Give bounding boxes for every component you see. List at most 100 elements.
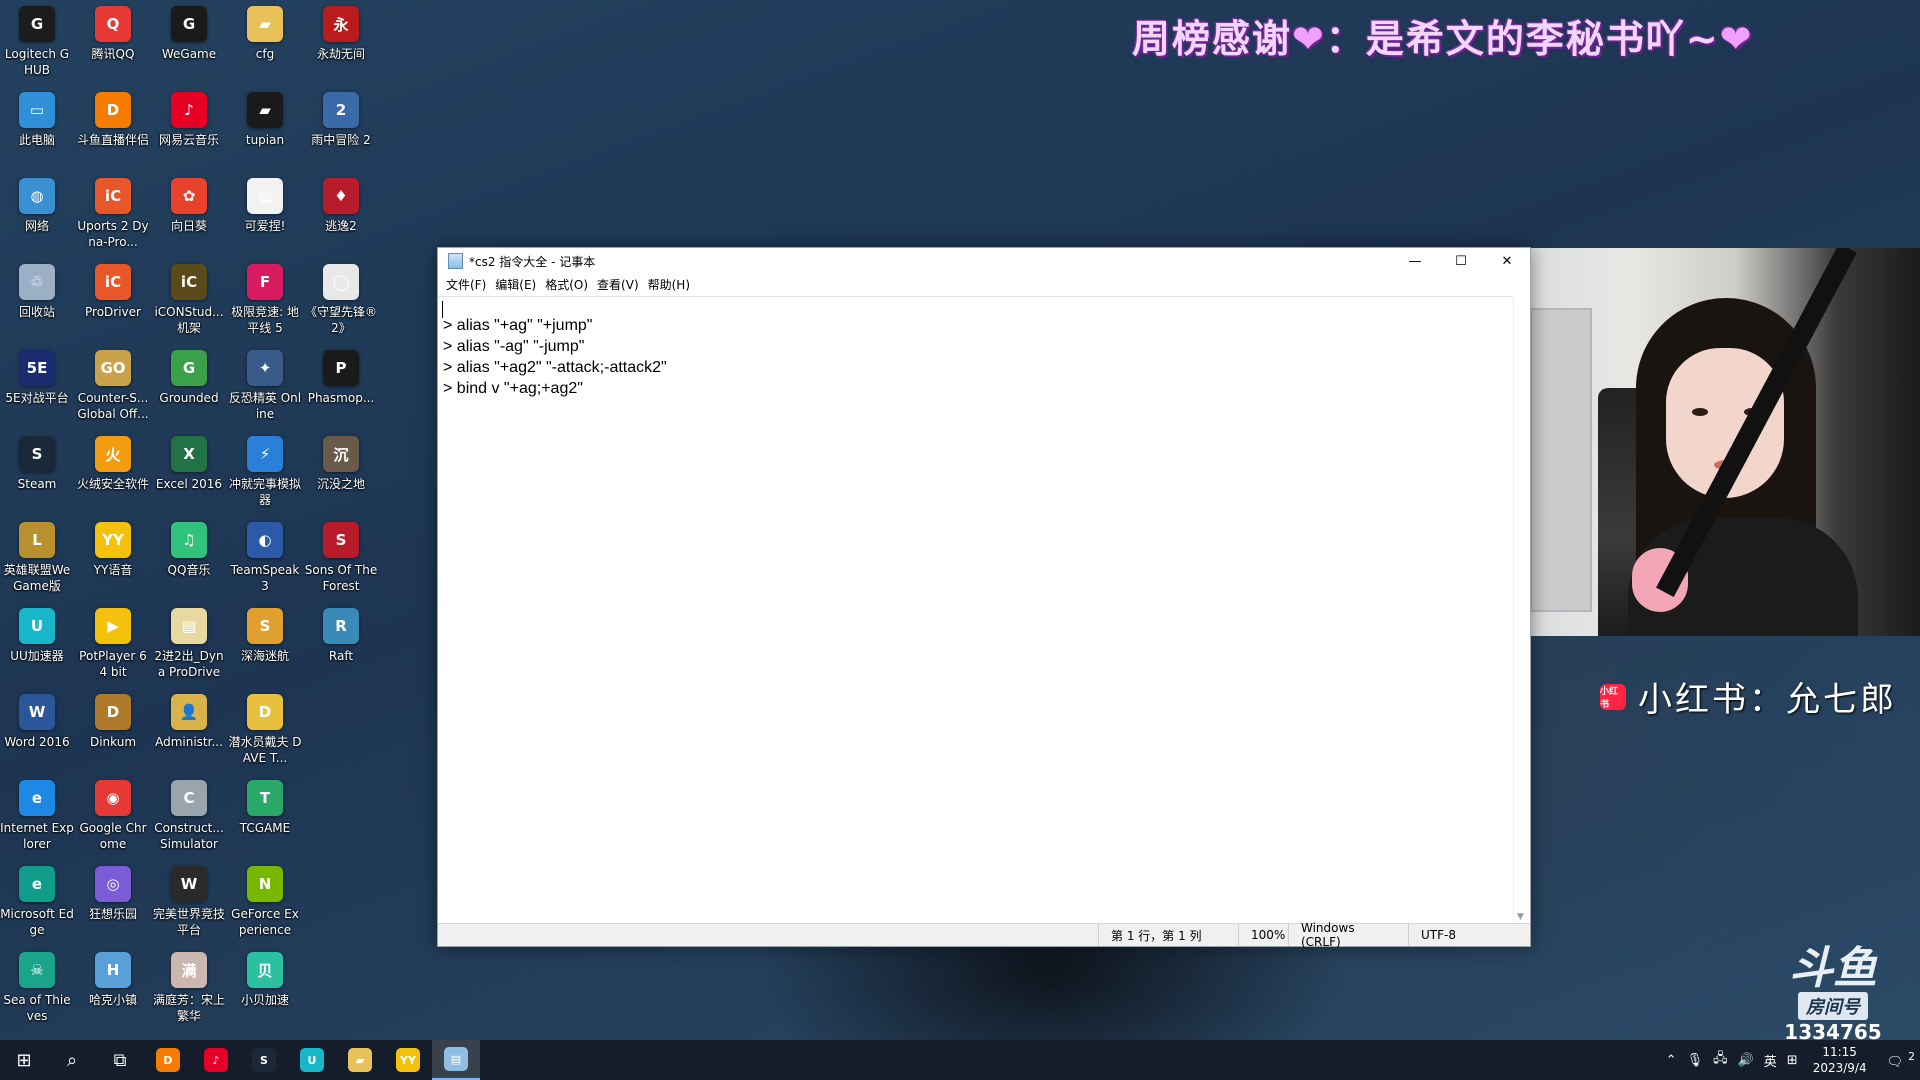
desktop-icon[interactable]: ▰ cfg <box>228 0 302 84</box>
desktop-icon[interactable]: G Logitech G HUB <box>0 0 74 84</box>
tray-chevron-up-icon[interactable]: ⌃ <box>1661 1053 1682 1068</box>
desktop-icon[interactable]: GO Counter-S... Global Off... <box>76 344 150 428</box>
desktop-icon[interactable]: ◯ 《守望先锋®2》 <box>304 258 378 342</box>
desktop-icon[interactable]: L 英雄联盟WeGame版 <box>0 516 74 600</box>
desktop-icon[interactable]: ▤ 可爱捏! <box>228 172 302 256</box>
stream-title-overlay: 周榜感谢❤：是希文的李秘书吖~❤ <box>1132 8 1754 63</box>
notepad-titlebar[interactable]: *cs2 指令大全 - 记事本 — ☐ ✕ <box>438 248 1530 274</box>
desktop-icon[interactable]: 火火绒安全软件 <box>76 430 150 514</box>
app-icon: iC <box>95 178 131 214</box>
desktop-icon[interactable]: S 深海迷航 <box>228 602 302 686</box>
status-zoom: 100% <box>1238 924 1288 946</box>
desktop-icon[interactable]: N GeForce Experience <box>228 860 302 944</box>
desktop-icon[interactable]: e Microsoft Edge <box>0 860 74 944</box>
task-view-button[interactable]: ⧉ <box>96 1040 144 1080</box>
menu-file[interactable]: 文件(F) <box>444 276 493 293</box>
desktop-icon[interactable]: Q 腾讯QQ <box>76 0 150 84</box>
menu-view[interactable]: 查看(V) <box>595 276 646 293</box>
desktop-icon[interactable]: 永永劫无间 <box>304 0 378 84</box>
app-icon: ▶ <box>95 608 131 644</box>
desktop-icon[interactable]: ⚡ 冲就完事模拟器 <box>228 430 302 514</box>
desktop-icon[interactable]: ◉ Google Chrome <box>76 774 150 858</box>
desktop-icon[interactable]: ▶ PotPlayer 64 bit <box>76 602 150 686</box>
network-icon[interactable]: 🖧 <box>1708 1049 1733 1071</box>
menu-format[interactable]: 格式(O) <box>543 276 595 293</box>
search-button[interactable]: ⌕ <box>48 1040 96 1080</box>
desktop-icon[interactable]: e Internet Explorer <box>0 774 74 858</box>
microphone-icon[interactable]: 🎙 <box>1682 1053 1709 1068</box>
desktop-icon[interactable]: iC iCONStud... 机架 <box>152 258 226 342</box>
desktop-icon[interactable]: 满满庭芳：宋上繁华 <box>152 946 226 1030</box>
desktop-icon[interactable]: ▭ 此电脑 <box>0 86 74 170</box>
vertical-scrollbar[interactable]: ▼ <box>1513 296 1530 924</box>
desktop-icon[interactable]: ♲ 回收站 <box>0 258 74 342</box>
text-caret <box>442 301 443 318</box>
webcam-overlay <box>1508 248 1920 636</box>
desktop-icon[interactable]: D Dinkum <box>76 688 150 772</box>
desktop-icon[interactable]: S Sons Of The Forest <box>304 516 378 600</box>
desktop-icon-label: Word 2016 <box>4 735 70 749</box>
menu-help[interactable]: 帮助(H) <box>646 276 697 293</box>
desktop-icon[interactable]: 2 雨中冒险 2 <box>304 86 378 170</box>
taskbar-app-icon: ▰ <box>348 1048 372 1072</box>
desktop-icon[interactable]: 贝小贝加速 <box>228 946 302 1030</box>
desktop-icon[interactable]: R Raft <box>304 602 378 686</box>
desktop-icon[interactable]: D 潜水员戴夫 DAVE T... <box>228 688 302 772</box>
desktop-icon[interactable]: ♦ 逃逸2 <box>304 172 378 256</box>
menu-edit[interactable]: 编辑(E) <box>493 276 543 293</box>
clock[interactable]: 11:15 2023/9/4 <box>1803 1044 1877 1076</box>
desktop-icon[interactable]: T TCGAME <box>228 774 302 858</box>
desktop-icon[interactable]: ◎ 狂想乐园 <box>76 860 150 944</box>
volume-icon[interactable]: 🔊 <box>1733 1053 1759 1068</box>
taskbar-app-button[interactable]: ♪ <box>192 1040 240 1080</box>
desktop-icon[interactable]: S Steam <box>0 430 74 514</box>
taskbar-app-button[interactable]: U <box>288 1040 336 1080</box>
taskbar-app-button[interactable]: S <box>240 1040 288 1080</box>
start-button[interactable]: ⊞ <box>0 1040 48 1080</box>
desktop-icon[interactable]: ✦ 反恐精英 Online <box>228 344 302 428</box>
desktop-wallpaper: G Logitech G HUB ▭ 此电脑 ◍ 网络 ♲ 回收站 5E 5E对战平台 S Steam… <box>0 0 1920 1044</box>
desktop-icon[interactable]: ♫ QQ音乐 <box>152 516 226 600</box>
app-icon: P <box>323 350 359 386</box>
desktop-icon[interactable]: 沉沉没之地 <box>304 430 378 514</box>
maximize-button[interactable]: ☐ <box>1438 248 1484 274</box>
text-editor-area[interactable]: > alias "+ag" "+jump" > alias "-ag" "-ju… <box>438 296 1514 924</box>
app-icon: ◯ <box>323 264 359 300</box>
desktop-icon[interactable]: ☠ Sea of Thieves <box>0 946 74 1030</box>
desktop-icon[interactable]: G WeGame <box>152 0 226 84</box>
scroll-down-icon[interactable]: ▼ <box>1517 912 1524 922</box>
desktop-icon[interactable]: C Construct... Simulator <box>152 774 226 858</box>
taskbar-app-button[interactable]: ▤ <box>432 1040 480 1080</box>
desktop-icon[interactable]: iC ProDriver <box>76 258 150 342</box>
desktop-icon[interactable]: F 极限竞速: 地平线 5 <box>228 258 302 342</box>
notepad-window[interactable]: *cs2 指令大全 - 记事本 — ☐ ✕ 文件(F) 编辑(E) 格式(O) … <box>437 247 1531 949</box>
desktop-icon[interactable]: H 哈克小镇 <box>76 946 150 1030</box>
desktop-icon[interactable]: P Phasmop... <box>304 344 378 428</box>
desktop-icon[interactable]: ▤ 2进2出_Dyna ProDrive 4... <box>152 602 226 686</box>
close-button[interactable]: ✕ <box>1484 248 1530 274</box>
desktop-icon[interactable]: G Grounded <box>152 344 226 428</box>
taskbar-app-button[interactable]: D <box>144 1040 192 1080</box>
desktop-icon[interactable]: ◐ TeamSpeak 3 <box>228 516 302 600</box>
desktop-icon[interactable]: ✿ 向日葵 <box>152 172 226 256</box>
desktop-icon[interactable]: ♪ 网易云音乐 <box>152 86 226 170</box>
minimize-button[interactable]: — <box>1392 248 1438 274</box>
keyboard-layout-icon[interactable]: ⊞ <box>1782 1053 1803 1068</box>
desktop-icon[interactable]: W Word 2016 <box>0 688 74 772</box>
notification-center-button[interactable]: 🗨 2 <box>1877 1050 1920 1069</box>
desktop-icon[interactable]: W 完美世界竞技平台 <box>152 860 226 944</box>
desktop-icon[interactable]: 5E 5E对战平台 <box>0 344 74 428</box>
desktop-icon[interactable]: 👤 Administr... <box>152 688 226 772</box>
desktop-icon[interactable]: ▰ tupian <box>228 86 302 170</box>
taskbar-app-button[interactable]: ▰ <box>336 1040 384 1080</box>
ime-indicator[interactable]: 英 <box>1759 1051 1782 1070</box>
desktop-icon[interactable]: X Excel 2016 <box>152 430 226 514</box>
desktop-icon[interactable]: iC Uports 2 Dyna-Pro... <box>76 172 150 256</box>
taskbar-app-button[interactable]: YY <box>384 1040 432 1080</box>
desktop-icon[interactable]: D 斗鱼直播伴侣 <box>76 86 150 170</box>
desktop-icon[interactable]: YY YY语音 <box>76 516 150 600</box>
app-icon: iC <box>95 264 131 300</box>
desktop-icon-label: 完美世界竞技平台 <box>152 907 225 937</box>
desktop-icon[interactable]: ◍ 网络 <box>0 172 74 256</box>
desktop-icon[interactable]: U UU加速器 <box>0 602 74 686</box>
